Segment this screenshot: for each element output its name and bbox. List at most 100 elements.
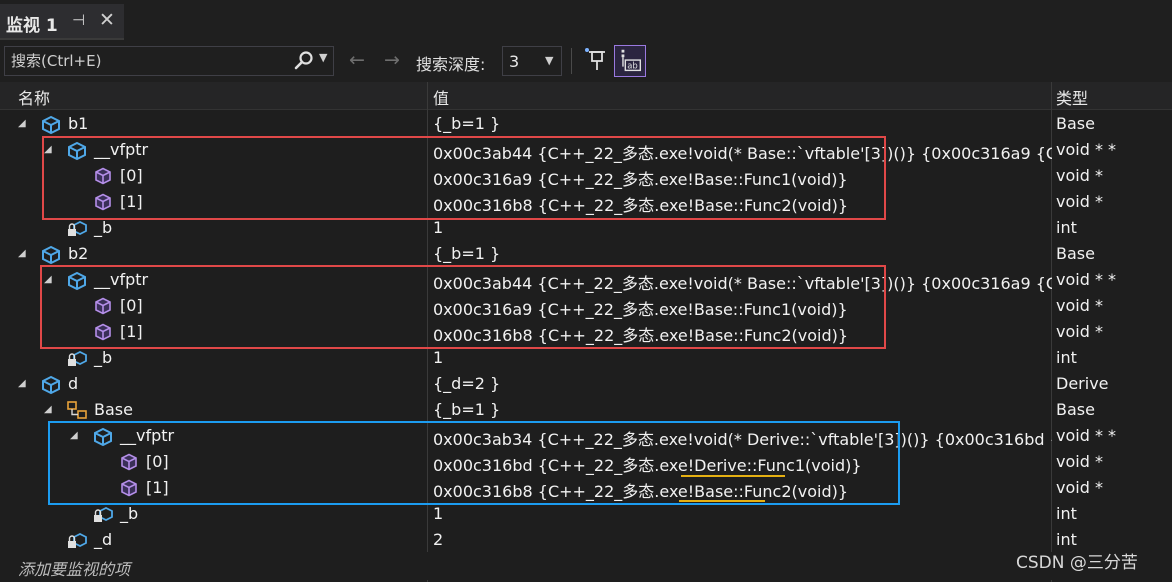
expand-collapse-icon[interactable]: ◢: [44, 404, 52, 415]
value-cell[interactable]: {_b=1 }: [428, 397, 1052, 423]
expand-collapse-icon[interactable]: ◢: [18, 248, 26, 259]
value-cell[interactable]: 0x00c3ab34 {C++_22_多态.exe!void(* Derive:…: [428, 423, 1052, 449]
chevron-down-icon[interactable]: ▼: [319, 51, 327, 64]
name-cell[interactable]: [0]: [0, 449, 428, 475]
expand-collapse-icon[interactable]: ◢: [70, 430, 78, 441]
value-cell[interactable]: 1: [428, 215, 1052, 241]
name-cell[interactable]: ◢ __vfptr: [0, 267, 428, 293]
expand-collapse-icon[interactable]: ◢: [44, 144, 52, 155]
name-cell[interactable]: [1]: [0, 189, 428, 215]
name-cell[interactable]: ◢ __vfptr: [0, 423, 428, 449]
column-value[interactable]: 值: [433, 85, 449, 109]
watch-row[interactable]: ◢ __vfptr 0x00c3ab44 {C++_22_多态.exe!void(*…: [0, 137, 1172, 163]
value-cell[interactable]: 0x00c316b8 {C++_22_多态.exe!Base::Func2(vo…: [428, 319, 1052, 345]
watch-row[interactable]: _d 2 int: [0, 527, 1172, 553]
watch-row[interactable]: ◢ d {_d=2 } Derive: [0, 371, 1172, 397]
tab-strip: 监视 1 ⊣ ✕: [0, 0, 1172, 43]
type-cell[interactable]: Base: [1052, 241, 1172, 267]
column-type[interactable]: 类型: [1056, 85, 1088, 109]
value-cell[interactable]: 2: [428, 527, 1052, 553]
watch-row[interactable]: _b 1 int: [0, 345, 1172, 371]
pin-watch-icon[interactable]: [582, 46, 610, 76]
type-cell[interactable]: int: [1052, 345, 1172, 371]
name-cell[interactable]: _b: [0, 345, 428, 371]
value-cell[interactable]: {_b=1 }: [428, 111, 1052, 137]
name-cell[interactable]: _b: [0, 215, 428, 241]
object-icon: [40, 243, 62, 265]
value-cell[interactable]: 1: [428, 501, 1052, 527]
expand-collapse-icon[interactable]: ◢: [18, 378, 26, 389]
row-name-label: __vfptr: [120, 426, 175, 445]
name-cell[interactable]: [0]: [0, 163, 428, 189]
cube-icon: [92, 295, 114, 317]
name-cell[interactable]: ◢ Base: [0, 397, 428, 423]
value-cell[interactable]: 0x00c316b8 {C++_22_多态.exe!Base::Func2(vo…: [428, 189, 1052, 215]
type-cell[interactable]: void * *: [1052, 423, 1172, 449]
name-cell[interactable]: _d: [0, 527, 428, 553]
watch-row[interactable]: [0] 0x00c316a9 {C++_22_多态.exe!Base::Func1…: [0, 293, 1172, 319]
watch-row[interactable]: ◢ b1 {_b=1 } Base: [0, 111, 1172, 137]
name-cell[interactable]: ◢ b1: [0, 111, 428, 137]
column-name[interactable]: 名称: [18, 85, 50, 109]
watch-row[interactable]: _b 1 int: [0, 215, 1172, 241]
watch-row[interactable]: [1] 0x00c316b8 {C++_22_多态.exe!Base::Func2…: [0, 319, 1172, 345]
object-icon: [66, 269, 88, 291]
row-type-text: void *: [1056, 166, 1103, 185]
value-cell[interactable]: 0x00c3ab44 {C++_22_多态.exe!void(* Base::`…: [428, 137, 1052, 163]
back-arrow-icon[interactable]: ←: [349, 49, 365, 71]
watch-row[interactable]: [1] 0x00c316b8 {C++_22_多态.exe!Base::Func2…: [0, 189, 1172, 215]
watch-row[interactable]: [1] 0x00c316b8 {C++_22_多态.exe!Base::Func2…: [0, 475, 1172, 501]
type-cell[interactable]: int: [1052, 501, 1172, 527]
value-cell[interactable]: 0x00c316a9 {C++_22_多态.exe!Base::Func1(vo…: [428, 163, 1052, 189]
name-cell[interactable]: ◢ b2: [0, 241, 428, 267]
value-cell[interactable]: {_d=2 }: [428, 371, 1052, 397]
tab-watch-1[interactable]: 监视 1 ⊣ ✕: [0, 4, 124, 40]
name-cell[interactable]: ◢ d: [0, 371, 428, 397]
name-cell[interactable]: _b: [0, 501, 428, 527]
watch-row[interactable]: _b 1 int: [0, 501, 1172, 527]
watch-row[interactable]: [0] 0x00c316a9 {C++_22_多态.exe!Base::Func1…: [0, 163, 1172, 189]
expand-collapse-icon[interactable]: ◢: [44, 274, 52, 285]
forward-arrow-icon[interactable]: →: [384, 49, 400, 71]
type-cell[interactable]: Derive: [1052, 371, 1172, 397]
expand-collapse-icon[interactable]: ◢: [18, 118, 26, 129]
type-cell[interactable]: void *: [1052, 319, 1172, 345]
type-cell[interactable]: void *: [1052, 449, 1172, 475]
cube-icon: [118, 477, 140, 499]
value-cell[interactable]: 0x00c316a9 {C++_22_多态.exe!Base::Func1(vo…: [428, 293, 1052, 319]
value-cell[interactable]: 1: [428, 345, 1052, 371]
search-depth-select[interactable]: 3 ▼: [502, 46, 562, 76]
type-cell[interactable]: void *: [1052, 163, 1172, 189]
search-icon[interactable]: [294, 50, 314, 70]
value-cell[interactable]: {_b=1 }: [428, 241, 1052, 267]
type-cell[interactable]: void *: [1052, 293, 1172, 319]
type-cell[interactable]: Base: [1052, 397, 1172, 423]
watch-row[interactable]: ◢ Base {_b=1 } Base: [0, 397, 1172, 423]
close-icon[interactable]: ✕: [99, 9, 115, 31]
value-cell[interactable]: 0x00c316b8 {C++_22_多态.exe!Base::Func2(vo…: [428, 475, 1052, 501]
type-cell[interactable]: void *: [1052, 475, 1172, 501]
watch-row[interactable]: ◢ __vfptr 0x00c3ab34 {C++_22_多态.exe!void(*…: [0, 423, 1172, 449]
pin-icon[interactable]: ⊣: [72, 11, 85, 29]
name-cell[interactable]: [1]: [0, 475, 428, 501]
value-cell[interactable]: 0x00c3ab44 {C++_22_多态.exe!void(* Base::`…: [428, 267, 1052, 293]
value-cell[interactable]: 0x00c316bd {C++_22_多态.exe!Derive::Func1(…: [428, 449, 1052, 475]
type-cell[interactable]: void * *: [1052, 137, 1172, 163]
watch-row[interactable]: ◢ b2 {_b=1 } Base: [0, 241, 1172, 267]
row-name-label: d: [68, 374, 79, 393]
chevron-down-icon: ▼: [545, 54, 554, 67]
type-cell[interactable]: int: [1052, 215, 1172, 241]
name-cell[interactable]: [1]: [0, 319, 428, 345]
watch-row[interactable]: [0] 0x00c316bd {C++_22_多态.exe!Derive::Fun…: [0, 449, 1172, 475]
search-input[interactable]: [5, 47, 275, 75]
watch-row[interactable]: ◢ __vfptr 0x00c3ab44 {C++_22_多态.exe!void(*…: [0, 267, 1172, 293]
add-watch-placeholder[interactable]: 添加要监视的项: [18, 556, 130, 580]
row-type-text: int: [1056, 348, 1077, 367]
type-cell[interactable]: Base: [1052, 111, 1172, 137]
add-watch-row[interactable]: 添加要监视的项: [0, 552, 1172, 580]
type-cell[interactable]: void *: [1052, 189, 1172, 215]
name-cell[interactable]: [0]: [0, 293, 428, 319]
name-cell[interactable]: ◢ __vfptr: [0, 137, 428, 163]
hex-display-toggle-icon[interactable]: ab: [614, 45, 646, 77]
type-cell[interactable]: void * *: [1052, 267, 1172, 293]
